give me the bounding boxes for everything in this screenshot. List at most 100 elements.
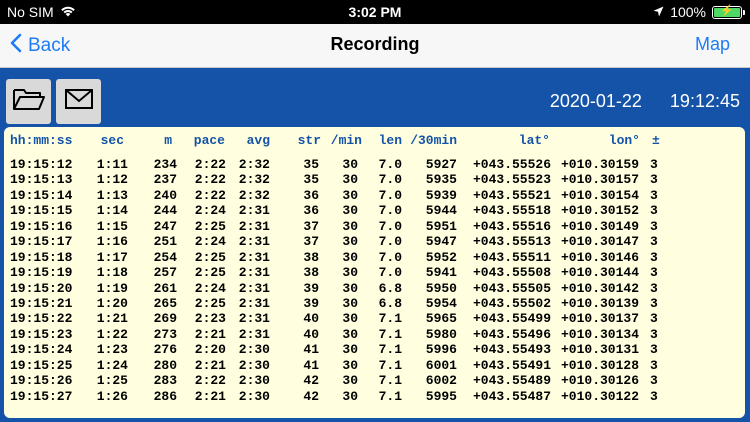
table-cell: 237	[153, 172, 177, 188]
table-cell: 2:22	[194, 187, 226, 203]
table-cell: 251	[153, 234, 177, 250]
folder-open-icon	[12, 86, 46, 117]
table-cell: 2:24	[194, 203, 226, 219]
table-cell: 5980	[425, 326, 457, 342]
column-header: pace	[193, 133, 225, 148]
table-cell: 1:16	[96, 234, 128, 250]
table-cell: 1:14	[96, 203, 128, 219]
table-cell: 19:15:20	[10, 280, 73, 296]
table-cell: 2:32	[238, 187, 270, 203]
table-cell: 2:20	[194, 342, 226, 358]
recording-panel: 2020-01-22 19:12:45 hh:mm:ss sec m pace avg s…	[0, 68, 750, 422]
table-cell: 30	[342, 187, 358, 203]
table-cell: 30	[342, 342, 358, 358]
column-header: sec	[100, 133, 124, 148]
table-cell: 19:15:13	[10, 172, 73, 188]
table-cell: 19:15:14	[10, 187, 73, 203]
table-row: 19:15:27 1:26 286 2:21 2:30 42 30 7.1 5995 +043.5…	[4, 389, 745, 404]
map-button[interactable]: Map	[695, 34, 730, 55]
table-cell: +010.30147	[560, 234, 639, 250]
status-bar: No SIM 3:02 PM 100% ⚡	[0, 0, 750, 24]
table-cell: 37	[303, 234, 319, 250]
table-row: 19:15:18 1:17 254 2:25 2:31 38 30 7.0 5952 +043.5…	[4, 250, 745, 265]
table-cell: 2:31	[238, 295, 270, 311]
table-cell: 35	[303, 157, 319, 172]
table-cell: 30	[342, 326, 358, 342]
table-cell: 36	[303, 187, 319, 203]
table-cell: 234	[153, 157, 177, 172]
table-cell: 19:15:27	[10, 388, 73, 404]
table-cell: 5950	[425, 280, 457, 296]
table-cell: 19:15:26	[10, 373, 73, 389]
battery-icon: ⚡	[712, 4, 745, 19]
table-cell: 1:12	[96, 172, 128, 188]
table-row: 19:15:21 1:20 265 2:25 2:31 39 30 6.8 5954 +043.5…	[4, 296, 745, 311]
table-cell: 30	[342, 203, 358, 219]
table-cell: 30	[342, 234, 358, 250]
table-cell: 2:31	[238, 326, 270, 342]
table-row: 19:15:14 1:13 240 2:22 2:32 36 30 7.0 5939 +043.5…	[4, 188, 745, 203]
table-cell: 7.0	[378, 265, 402, 281]
table-cell: +010.30154	[560, 187, 639, 203]
table-cell: 19:15:19	[10, 265, 73, 281]
table-cell: 265	[153, 295, 177, 311]
table-cell: 2:31	[238, 234, 270, 250]
table-cell: 7.1	[378, 342, 402, 358]
table-cell: 3	[650, 249, 658, 265]
table-cell: 30	[342, 265, 358, 281]
table-cell: 3	[650, 265, 658, 281]
table-cell: 19:15:16	[10, 218, 73, 234]
table-cell: 30	[342, 280, 358, 296]
table-cell: +010.30134	[560, 326, 639, 342]
table-cell: 5947	[425, 234, 457, 250]
charging-bolt-icon: ⚡	[720, 4, 734, 17]
table-cell: 36	[303, 203, 319, 219]
table-cell: 6002	[425, 373, 457, 389]
table-cell: 6.8	[378, 295, 402, 311]
table-cell: 283	[153, 373, 177, 389]
table-cell: +010.30144	[560, 265, 639, 281]
table-cell: 39	[303, 280, 319, 296]
column-header: len	[378, 133, 402, 148]
table-cell: 2:30	[238, 373, 270, 389]
table-cell: 38	[303, 249, 319, 265]
table-cell: 2:22	[194, 172, 226, 188]
location-arrow-icon	[653, 4, 664, 20]
email-button[interactable]	[56, 79, 101, 124]
table-cell: 254	[153, 249, 177, 265]
table-cell: 3	[650, 218, 658, 234]
table-cell: +043.55518	[472, 203, 551, 219]
table-cell: 2:25	[194, 218, 226, 234]
table-cell: 3	[650, 311, 658, 327]
table-cell: 19:15:17	[10, 234, 73, 250]
table-cell: 5939	[425, 187, 457, 203]
open-file-button[interactable]	[6, 79, 51, 124]
table-cell: 2:30	[238, 357, 270, 373]
table-cell: 2:31	[238, 280, 270, 296]
envelope-icon	[64, 88, 94, 115]
table-cell: 37	[303, 218, 319, 234]
table-cell: 1:23	[96, 342, 128, 358]
column-header: hh:mm:ss	[10, 133, 73, 148]
table-cell: 7.0	[378, 218, 402, 234]
table-row: 19:15:16 1:15 247 2:25 2:31 37 30 7.0 5951 +043.5…	[4, 219, 745, 234]
table-row: 19:15:15 1:14 244 2:24 2:31 36 30 7.0 5944 +043.5…	[4, 203, 745, 218]
table-cell: 2:21	[194, 357, 226, 373]
table-cell: 240	[153, 187, 177, 203]
table-cell: 5965	[425, 311, 457, 327]
table-header: hh:mm:ss sec m pace avg str/min len/30min lat° l…	[4, 133, 745, 149]
table-cell: 19:15:12	[10, 157, 73, 172]
table-cell: 30	[342, 218, 358, 234]
table-cell: 2:31	[238, 249, 270, 265]
table-cell: 1:13	[96, 187, 128, 203]
table-cell: 5951	[425, 218, 457, 234]
table-cell: 2:25	[194, 295, 226, 311]
table-cell: 3	[650, 373, 658, 389]
table-cell: 19:15:22	[10, 311, 73, 327]
table-cell: +010.30142	[560, 280, 639, 296]
table-cell: 30	[342, 388, 358, 404]
table-cell: 2:22	[194, 373, 226, 389]
table-row: 19:15:22 1:21 269 2:23 2:31 40 30 7.1 5965 +043.5…	[4, 311, 745, 326]
table-row: 19:15:20 1:19 261 2:24 2:31 39 30 6.8 5950 +043.5…	[4, 281, 745, 296]
table-cell: 3	[650, 157, 658, 172]
